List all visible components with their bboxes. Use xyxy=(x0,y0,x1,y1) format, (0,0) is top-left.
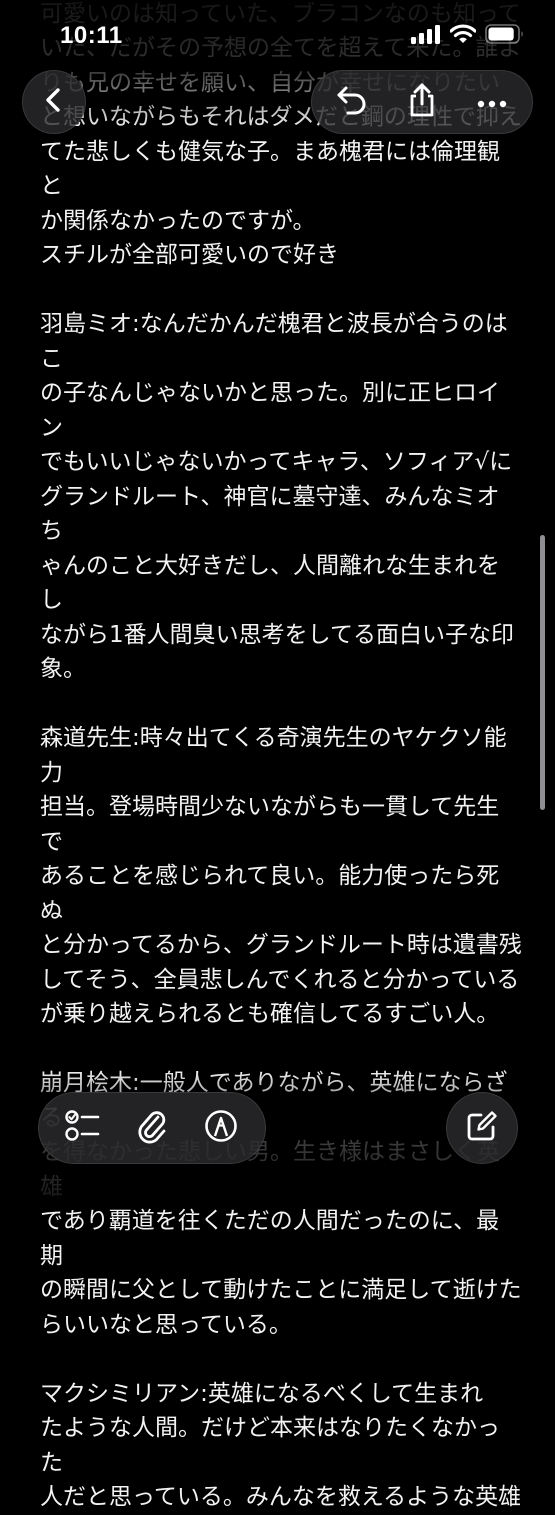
note-line: 象。 xyxy=(40,656,86,682)
cellular-signal-icon xyxy=(411,24,441,48)
scroll-indicator[interactable] xyxy=(540,535,545,810)
chevron-left-icon xyxy=(40,86,68,118)
note-line: でもいいじゃないかってキャラ、ソフィア√に xyxy=(40,449,513,475)
attachment-button[interactable] xyxy=(123,1099,181,1157)
battery-icon xyxy=(485,24,525,48)
note-line: ゃんのこと大好きだし、人間離れな生まれをし xyxy=(40,552,500,614)
status-time: 10:11 xyxy=(60,22,123,49)
checklist-icon xyxy=(64,1109,101,1147)
top-toolbar xyxy=(0,70,555,134)
note-line: らいいなと思っている。 xyxy=(40,1311,292,1338)
note-line: ながら1番人間臭い思考をしてる面白い子な印 xyxy=(40,621,514,648)
note-line: たような人間。だけど本来はなりたくなかった xyxy=(40,1415,500,1476)
note-line: が乗り越えられるとも確信してるすごい人。 xyxy=(40,1001,500,1027)
note-line: グランドルート、神官に墓守達、みんなミオち xyxy=(40,483,500,545)
note-line: してそう、全員悲しんでくれると分かっている xyxy=(40,966,520,993)
markup-pen-icon xyxy=(204,1109,238,1147)
status-icons xyxy=(411,24,525,48)
undo-icon xyxy=(336,85,368,119)
note-line: か関係なかったのですが。 xyxy=(40,207,316,234)
compose-button[interactable] xyxy=(446,1092,518,1164)
more-button[interactable] xyxy=(460,70,524,134)
bottom-toolbar xyxy=(0,1092,555,1164)
compose-icon xyxy=(466,1110,498,1146)
note-line: 羽島ミオ:なんだかんだ槐君と波長が合うのはこ xyxy=(40,311,508,372)
note-line: てた悲しくも健気な子。まあ槐君には倫理観と xyxy=(40,138,500,200)
undo-button[interactable] xyxy=(320,70,384,134)
note-line: の瞬間に父として動けたことに満足して逝けた xyxy=(40,1277,522,1303)
action-pill xyxy=(311,70,533,134)
note-line: スチルが全部可愛いので好き xyxy=(40,242,339,268)
more-icon xyxy=(477,93,507,112)
note-line: であり覇道を往くただの人間だったのに、最期 xyxy=(40,1208,500,1269)
note-line: 人だと思っている。みんなを救えるような英雄 xyxy=(40,1484,522,1510)
note-line: 森道先生:時々出てくる奇演先生のヤケクソ能力 xyxy=(40,725,507,786)
note-line: の子なんじゃないかと思った。別に正ヒロイン xyxy=(40,380,500,441)
tool-pill xyxy=(38,1092,266,1164)
share-icon xyxy=(407,83,437,121)
wifi-icon xyxy=(449,24,477,48)
status-bar: 10:11 xyxy=(0,0,555,70)
share-button[interactable] xyxy=(390,70,454,134)
note-line: マクシミリアン:英雄になるべくして生まれ xyxy=(40,1380,484,1407)
back-button[interactable] xyxy=(22,70,86,134)
checklist-button[interactable] xyxy=(54,1099,112,1157)
markup-button[interactable] xyxy=(192,1099,250,1157)
note-line: 担当。登場時間少ないながらも一貫して先生で xyxy=(40,794,500,855)
note-line: と分かってるから、グランドルート時は遺書残 xyxy=(40,932,522,958)
attachment-icon xyxy=(137,1108,167,1148)
note-body[interactable]: 崩月永福:妹キャラが好きです(真顔)可愛いのは知っていた、ブラコンなのも知ってい… xyxy=(40,0,522,1515)
note-line: あることを感じられて良い。能力使ったら死ぬ xyxy=(40,863,500,924)
